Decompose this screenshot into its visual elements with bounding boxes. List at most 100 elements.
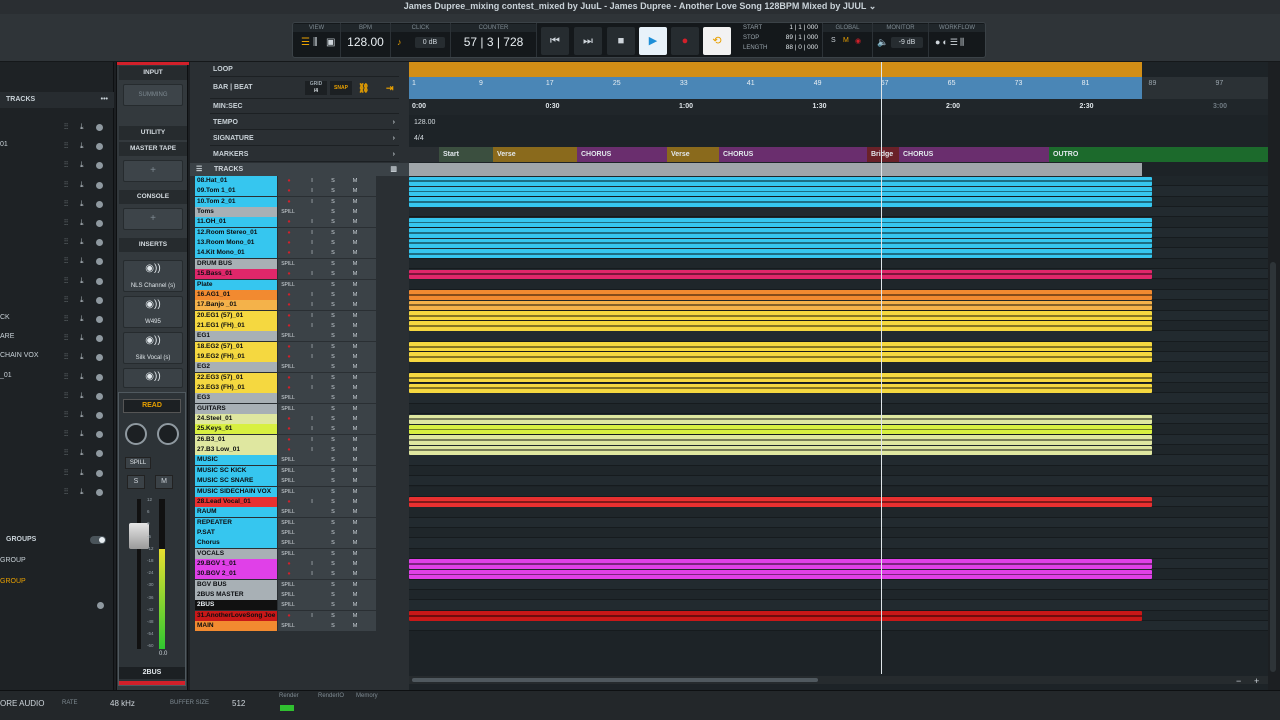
solo-button[interactable]: S [329,581,337,589]
track-lane[interactable] [409,207,1268,218]
solo-button[interactable]: S [329,488,337,496]
track-lane[interactable] [409,331,1268,342]
track-name[interactable]: BGV BUS [195,579,277,590]
mute-button[interactable]: M [351,498,359,506]
global-record-icon[interactable]: ◉ [855,37,861,45]
console-slot[interactable]: + [123,208,183,230]
solo-button[interactable]: S [329,363,337,371]
signature-ruler-label[interactable]: SIGNATURE › [210,131,399,146]
mute-button[interactable]: M [351,291,359,299]
track-row[interactable]: BGV BUS SPILL S M [190,579,409,590]
tracks-menu-icon[interactable]: ☰ [196,163,202,176]
input-monitor-icon[interactable]: ⤓ [80,237,84,247]
track-row[interactable]: VOCALS SPILL S M [190,548,409,559]
chevron-right-icon[interactable]: › [393,147,395,162]
visibility-dot[interactable] [96,258,103,266]
track-row[interactable]: MUSIC SC SNARE SPILL S M [190,476,409,487]
solo-button[interactable]: S [329,384,337,392]
track-lane[interactable] [409,279,1268,290]
record-arm-button[interactable]: ● [285,198,293,206]
input-monitor-icon[interactable]: ⤓ [80,256,84,266]
track-name[interactable]: DRUM BUS [195,258,277,269]
rewind-button[interactable]: ⏮ [541,27,569,55]
track-row[interactable]: 18.EG2 (57)_01 ● I S M [190,341,409,352]
mute-button[interactable]: M [155,475,173,489]
scrollbar-thumb[interactable] [412,678,818,682]
pan-knob-right[interactable] [157,423,179,445]
visibility-dot[interactable] [96,143,103,151]
audio-clip[interactable] [409,248,1152,259]
track-name[interactable]: GUITARS [195,403,277,414]
global-mute-icon[interactable]: M [843,37,849,44]
input-monitor-icon[interactable]: ⤓ [80,333,84,343]
input-monitor-button[interactable]: I [308,446,316,454]
visibility-dot[interactable] [96,200,103,208]
input-monitor-icon[interactable]: ⤓ [80,218,84,228]
bpm-value[interactable]: 128.00 [341,35,390,49]
track-row[interactable]: MUSIC SPILL S M [190,455,409,466]
mute-button[interactable]: M [351,384,359,392]
group-item[interactable]: GROUP [0,578,26,585]
spill-button[interactable]: SPILL [278,581,298,589]
solo-button[interactable]: S [329,529,337,537]
track-name[interactable]: 25.Keys_01 [195,424,277,435]
solo-button[interactable]: S [329,415,337,423]
audio-clip[interactable] [409,238,1152,248]
minsec-ruler[interactable]: 0:00 0:30 1:00 1:30 2:00 2:30 3:00 [409,99,1268,115]
solo-button[interactable]: S [329,436,337,444]
solo-button[interactable]: S [329,312,337,320]
input-monitor-button[interactable]: I [308,218,316,226]
mute-button[interactable]: M [351,591,359,599]
tracks-panel-row[interactable]: ⫶⫶ ⤓ [0,425,108,445]
record-arm-button[interactable]: ● [285,353,293,361]
track-row[interactable]: 11.OH_01 ● I S M [190,217,409,228]
signature-value[interactable]: 4/4 [414,135,424,142]
audio-clip[interactable] [409,290,1152,300]
mute-button[interactable]: M [351,374,359,382]
input-monitor-button[interactable]: I [308,301,316,309]
track-row[interactable]: 09.Tom 1_01 ● I S M [190,186,409,197]
input-monitor-button[interactable]: I [308,249,316,257]
mute-button[interactable]: M [351,249,359,257]
snap-button[interactable]: SNAP [330,81,352,95]
track-name[interactable]: 26.B3_01 [195,434,277,445]
track-name[interactable]: 2BUS MASTER [195,590,277,600]
track-name[interactable]: 2BUS [195,600,277,611]
record-arm-button[interactable]: ● [285,436,293,444]
mute-button[interactable]: M [351,570,359,578]
marker-region[interactable]: CHORUS [577,147,667,162]
visibility-dot[interactable] [96,181,103,189]
track-name[interactable]: 20.EG1 (57)_01 [195,310,277,321]
solo-button[interactable]: S [329,218,337,226]
tracks-panel-row[interactable]: ⫶⫶ ⤓ [0,464,108,484]
input-monitor-button[interactable]: I [308,177,316,185]
input-monitor-icon[interactable]: ⤓ [80,314,84,324]
track-name[interactable]: 12.Room Stereo_01 [195,227,277,238]
mute-button[interactable]: M [351,436,359,444]
visibility-dot[interactable] [96,412,103,419]
track-lane[interactable] [409,538,1268,549]
track-name[interactable]: 23.EG3 (FH)_01 [195,383,277,393]
bpm-section[interactable]: BPM 128.00 [341,23,391,57]
solo-button[interactable]: S [329,177,337,185]
zoom-in-icon[interactable]: + [1254,676,1259,686]
input-monitor-button[interactable]: I [308,322,316,330]
audio-clip[interactable] [409,197,1152,207]
visibility-dot[interactable] [96,277,103,285]
input-monitor-icon[interactable]: ⤓ [80,199,84,209]
tracks-panel-row[interactable]: ⫶⫶ ⤓ [0,252,108,272]
marker-region[interactable]: Verse [667,147,719,162]
solo-button[interactable]: S [329,456,337,464]
mute-button[interactable]: M [351,508,359,516]
track-lane[interactable] [409,517,1268,528]
track-row[interactable]: REPEATER SPILL S M [190,517,409,528]
tracks-panel-row[interactable]: ⫶⫶ ⤓ [0,195,108,215]
record-arm-button[interactable]: ● [285,291,293,299]
speaker-icon[interactable]: 🔈 [877,37,888,48]
solo-button[interactable]: S [127,475,145,489]
chevron-right-icon[interactable]: › [393,131,395,146]
mute-button[interactable]: M [351,539,359,547]
length-value[interactable]: 88 | 0 | 000 [786,44,818,51]
track-name[interactable]: 11.OH_01 [195,217,277,228]
solo-button[interactable]: S [329,477,337,485]
